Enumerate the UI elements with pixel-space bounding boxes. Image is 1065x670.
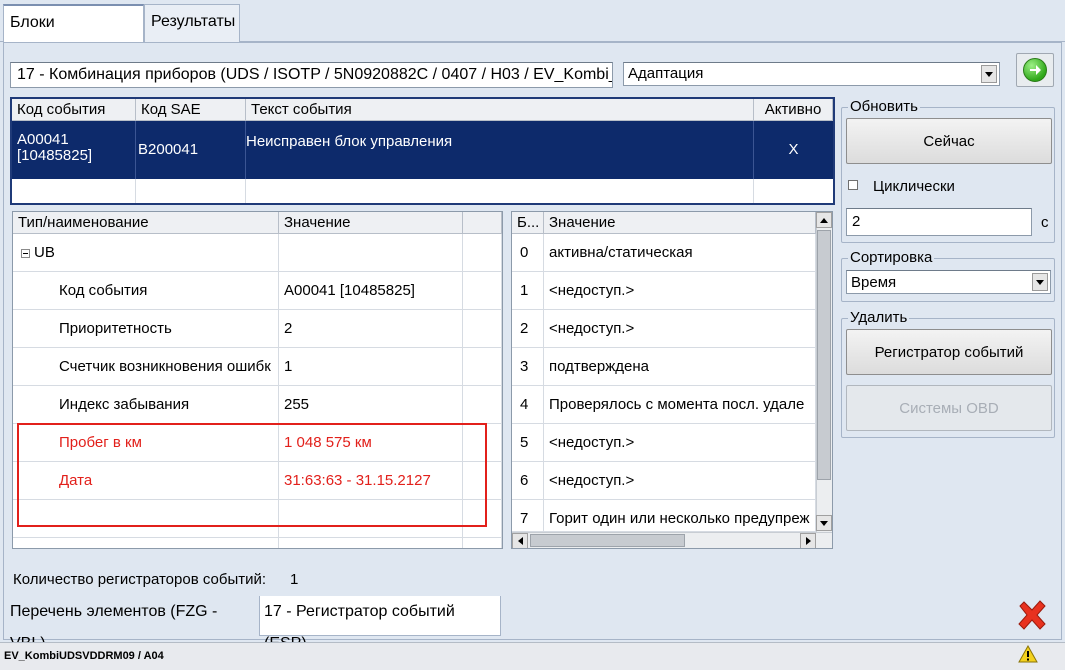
cyclic-label: Циклически bbox=[873, 178, 955, 195]
refresh-now-button[interactable]: Сейчас bbox=[846, 118, 1052, 164]
bit-value[interactable]: <недоступ.> bbox=[544, 272, 816, 310]
bits-header-bit[interactable]: Б... bbox=[512, 212, 544, 234]
ecu-description-text: 17 - Комбинация приборов (UDS / ISOTP / … bbox=[17, 66, 613, 83]
events-header-text[interactable]: Текст события bbox=[246, 99, 754, 121]
bit-value[interactable]: подтверждена bbox=[544, 348, 816, 386]
column-divider bbox=[245, 179, 246, 203]
bit-value[interactable]: <недоступ.> bbox=[544, 462, 816, 500]
bit-number: 4 bbox=[512, 386, 544, 424]
event-memory-count-value: 1 bbox=[290, 571, 299, 588]
scroll-right-icon[interactable] bbox=[800, 533, 816, 548]
detail-value: 1 bbox=[279, 348, 463, 386]
collapse-icon[interactable] bbox=[21, 249, 30, 258]
details-cell bbox=[279, 538, 463, 548]
bit-number: 2 bbox=[512, 310, 544, 348]
details-header-value[interactable]: Значение bbox=[279, 212, 463, 234]
details-header-name[interactable]: Тип/наименование bbox=[13, 212, 279, 234]
bit-number: 5 bbox=[512, 424, 544, 462]
function-select-value: Адаптация bbox=[628, 65, 704, 82]
events-header-sae[interactable]: Код SAE bbox=[136, 99, 246, 121]
warning-icon bbox=[1018, 644, 1038, 663]
chevron-down-icon[interactable] bbox=[981, 65, 997, 83]
details-cell bbox=[463, 272, 502, 310]
bit-value[interactable]: активна/статическая bbox=[544, 234, 816, 272]
tab-element-list[interactable]: Перечень элементов (FZG - VBL) bbox=[6, 596, 258, 652]
bit-number: 0 bbox=[512, 234, 544, 272]
cyclic-checkbox[interactable] bbox=[848, 180, 858, 190]
detail-value: 255 bbox=[279, 386, 463, 424]
events-header-code[interactable]: Код события bbox=[12, 99, 136, 121]
scroll-down-icon[interactable] bbox=[816, 515, 832, 531]
detail-name[interactable]: Приоритетность bbox=[13, 310, 279, 348]
status-bar: EV_KombiUDSVDDRM09 / A04 bbox=[0, 642, 1065, 670]
scroll-up-icon[interactable] bbox=[816, 212, 832, 228]
sort-select-value: Время bbox=[851, 274, 897, 291]
scrollbar-thumb[interactable] bbox=[530, 534, 685, 547]
ecu-description-field[interactable]: 17 - Комбинация приборов (UDS / ISOTP / … bbox=[10, 62, 613, 88]
close-icon[interactable] bbox=[1015, 598, 1049, 632]
bits-header-value[interactable]: Значение bbox=[544, 212, 816, 234]
event-active-flag: X bbox=[788, 141, 799, 158]
vertical-scrollbar[interactable] bbox=[816, 212, 832, 532]
tree-node-label: UB bbox=[34, 244, 55, 261]
go-button[interactable] bbox=[1016, 53, 1054, 87]
tab-control-units[interactable]: Блоки управления bbox=[3, 4, 144, 65]
delete-event-memory-button[interactable]: Регистратор событий bbox=[846, 329, 1052, 375]
detail-name[interactable]: Счетчик возникновения ошибк bbox=[13, 348, 279, 386]
bit-value[interactable]: Проверялось с момента посл. удале bbox=[544, 386, 816, 424]
bit-value[interactable]: <недоступ.> bbox=[544, 310, 816, 348]
bit-number: 1 bbox=[512, 272, 544, 310]
delete-group-title: Удалить bbox=[848, 309, 910, 326]
bit-number: 3 bbox=[512, 348, 544, 386]
bit-value[interactable]: Горит один или несколько предупреж bbox=[544, 500, 816, 532]
delete-obd-button[interactable]: Системы OBD bbox=[846, 385, 1052, 431]
interval-input[interactable]: 2 bbox=[846, 208, 1032, 236]
scrollbar-thumb[interactable] bbox=[817, 230, 831, 480]
refresh-group-title: Обновить bbox=[848, 98, 920, 115]
details-cell bbox=[463, 386, 502, 424]
details-cell bbox=[463, 348, 502, 386]
details-cell bbox=[463, 234, 502, 272]
detail-value: 2 bbox=[279, 310, 463, 348]
details-header-extra[interactable] bbox=[463, 212, 502, 234]
detail-name[interactable]: Индекс забывания bbox=[13, 386, 279, 424]
bit-number: 6 bbox=[512, 462, 544, 500]
column-divider bbox=[135, 179, 136, 203]
tab-results[interactable]: Результаты bbox=[144, 4, 240, 42]
event-sae-code: B200041 bbox=[138, 141, 199, 158]
arrow-right-icon bbox=[1023, 58, 1047, 82]
event-text: Неисправен блок управления bbox=[246, 133, 453, 150]
events-header-active[interactable]: Активно bbox=[754, 99, 833, 121]
details-cell bbox=[463, 538, 502, 548]
bit-number: 7 bbox=[512, 500, 544, 532]
highlight-frame bbox=[17, 423, 487, 527]
horizontal-scrollbar[interactable] bbox=[512, 532, 832, 548]
status-bits-table: Б... Значение 0 активна/статическая 1 <н… bbox=[511, 211, 833, 549]
details-cell bbox=[279, 234, 463, 272]
details-cell bbox=[463, 310, 502, 348]
status-bar-text: EV_KombiUDSVDDRM09 / A04 bbox=[4, 650, 164, 662]
event-memory-count-label: Количество регистраторов событий: bbox=[13, 571, 267, 588]
interval-unit: с bbox=[1041, 214, 1049, 231]
column-divider bbox=[753, 179, 754, 203]
sort-select[interactable]: Время bbox=[846, 270, 1051, 294]
details-cell bbox=[13, 538, 279, 548]
column-divider bbox=[245, 121, 246, 179]
event-code: A00041 [10485825] bbox=[17, 131, 93, 164]
sort-group-title: Сортировка bbox=[848, 249, 935, 266]
detail-value: A00041 [10485825] bbox=[279, 272, 463, 310]
bit-value[interactable]: <недоступ.> bbox=[544, 424, 816, 462]
scroll-left-icon[interactable] bbox=[512, 533, 528, 548]
table-row[interactable]: A00041 [10485825] B200041 Неисправен бло… bbox=[12, 121, 833, 179]
column-divider bbox=[135, 121, 136, 179]
function-select[interactable]: Адаптация bbox=[623, 62, 1000, 86]
tree-node-ub[interactable]: UB bbox=[13, 234, 279, 272]
chevron-down-icon[interactable] bbox=[1032, 273, 1048, 291]
tab-event-memory[interactable]: 17 - Регистратор событий (ESP) bbox=[259, 596, 501, 652]
events-table: Код события Код SAE Текст события Активн… bbox=[10, 97, 835, 205]
column-divider bbox=[753, 121, 754, 179]
detail-name[interactable]: Код события bbox=[13, 272, 279, 310]
